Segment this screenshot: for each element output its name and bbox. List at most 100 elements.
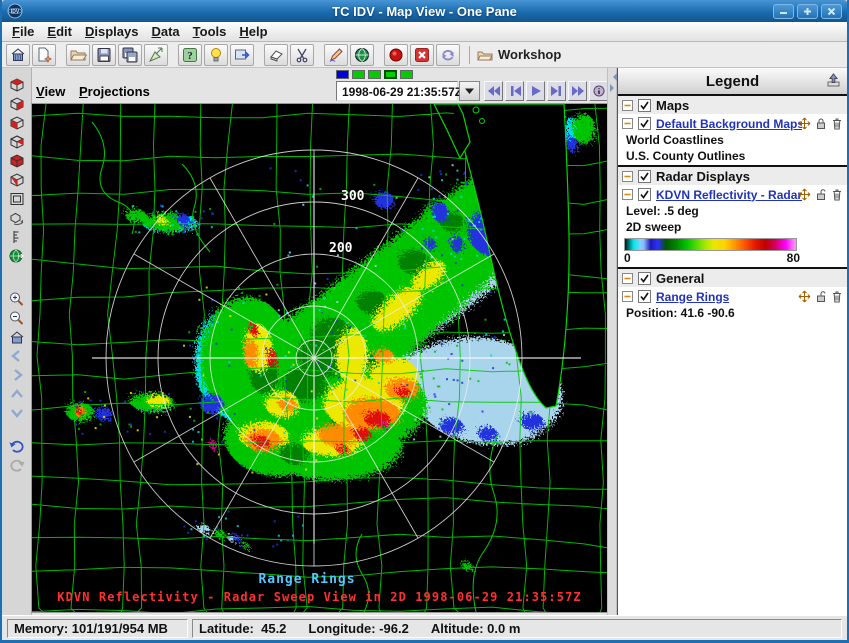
- export-button[interactable]: [144, 44, 168, 66]
- title-bar[interactable]: IDV TC IDV - Map View - One Pane: [2, 0, 847, 22]
- menu-projections[interactable]: Projections: [79, 84, 150, 99]
- frame-box-5[interactable]: [400, 70, 413, 79]
- workshop-button[interactable]: Workshop: [477, 47, 561, 62]
- cut-button[interactable]: [290, 44, 314, 66]
- map-display[interactable]: 300 200 Range Rings KDVN Reflectivity - …: [32, 104, 607, 612]
- legend-section-maps: Maps: [618, 94, 847, 114]
- view-cube-top-button[interactable]: [5, 76, 29, 94]
- view-cube-south-button[interactable]: [5, 114, 29, 132]
- pan-right-button[interactable]: [5, 366, 29, 384]
- menu-displays[interactable]: Displays: [85, 24, 138, 39]
- default-background-maps-link[interactable]: Default Background Maps: [656, 117, 802, 131]
- menu-file[interactable]: File: [12, 24, 34, 39]
- radar-visibility-checkbox[interactable]: [638, 170, 651, 183]
- maximize-button[interactable]: [797, 4, 818, 19]
- move-display-icon[interactable]: [798, 290, 811, 303]
- play-button[interactable]: [526, 81, 545, 101]
- default-maps-visibility-checkbox[interactable]: [638, 117, 651, 130]
- float-legend-icon[interactable]: [826, 73, 841, 92]
- lock-icon[interactable]: [815, 117, 827, 130]
- menu-tools[interactable]: Tools: [193, 24, 227, 39]
- drawing-button[interactable]: [324, 44, 348, 66]
- rotate-view-button[interactable]: [5, 209, 29, 227]
- frame-box-1[interactable]: [336, 70, 349, 79]
- zoom-out-button[interactable]: [5, 309, 29, 327]
- show-tips-button[interactable]: [204, 44, 228, 66]
- help-icon: ?: [181, 46, 199, 64]
- save-as-button[interactable]: [118, 44, 142, 66]
- move-display-icon[interactable]: [798, 117, 811, 130]
- rewind-button[interactable]: [484, 81, 503, 101]
- longitude-value: Longitude: -96.2: [308, 621, 408, 636]
- refresh-button[interactable]: [436, 44, 460, 66]
- unlock-icon[interactable]: [815, 290, 827, 303]
- close-display-button[interactable]: [410, 44, 434, 66]
- view-2d-button[interactable]: [5, 190, 29, 208]
- vertical-scale-button[interactable]: [5, 228, 29, 246]
- range-rings-link[interactable]: Range Rings: [656, 290, 729, 304]
- window-controls: [773, 4, 842, 19]
- pan-up-button[interactable]: [5, 385, 29, 403]
- collapse-kdvn-icon[interactable]: [622, 189, 633, 200]
- time-field[interactable]: 1998-06-29 21:35:57Z: [336, 81, 458, 101]
- collapse-default-maps-icon[interactable]: [622, 118, 633, 129]
- home-view-icon: [8, 329, 26, 345]
- fast-forward-button[interactable]: [568, 81, 587, 101]
- close-button[interactable]: [821, 4, 842, 19]
- help-button[interactable]: ?: [178, 44, 202, 66]
- frame-box-2[interactable]: [352, 70, 365, 79]
- range-rings-visibility-checkbox[interactable]: [638, 290, 651, 303]
- trash-icon[interactable]: [831, 188, 843, 201]
- view-cube-front-button[interactable]: [5, 152, 29, 170]
- pan-left-button[interactable]: [5, 347, 29, 365]
- menu-help[interactable]: Help: [239, 24, 267, 39]
- minimize-button[interactable]: [773, 4, 794, 19]
- collapse-left-icon[interactable]: [609, 73, 617, 81]
- globe-button[interactable]: [350, 44, 374, 66]
- view-cube-east-button[interactable]: [5, 95, 29, 113]
- erase-button[interactable]: [264, 44, 288, 66]
- cube-front-icon: [8, 153, 26, 169]
- zoom-in-button[interactable]: [5, 290, 29, 308]
- collapse-radar-icon[interactable]: [622, 171, 633, 182]
- home-button[interactable]: [6, 44, 30, 66]
- globe-view-button[interactable]: [5, 247, 29, 265]
- status-bar: Memory: 101/191/954 MB Latitude: 45.2 Lo…: [2, 615, 847, 640]
- collapse-general-icon[interactable]: [622, 273, 633, 284]
- kdvn-visibility-checkbox[interactable]: [638, 188, 651, 201]
- trash-icon[interactable]: [831, 117, 843, 130]
- undo-button[interactable]: [5, 437, 29, 455]
- trash-icon[interactable]: [831, 290, 843, 303]
- step-back-button[interactable]: [505, 81, 524, 101]
- menu-data[interactable]: Data: [151, 24, 179, 39]
- step-forward-button[interactable]: [547, 81, 566, 101]
- properties-icon: [592, 85, 606, 97]
- home-view-button[interactable]: [5, 328, 29, 346]
- redo-button[interactable]: [5, 456, 29, 474]
- record-image-button[interactable]: [384, 44, 408, 66]
- move-display-icon[interactable]: [798, 188, 811, 201]
- lightbulb-icon: [207, 46, 225, 64]
- save-button[interactable]: [92, 44, 116, 66]
- menu-edit[interactable]: Edit: [47, 24, 72, 39]
- time-dropdown-button[interactable]: [459, 81, 480, 101]
- panel-splitter[interactable]: [607, 68, 617, 615]
- next-display-button[interactable]: [230, 44, 254, 66]
- view-cube-corner-button[interactable]: [5, 171, 29, 189]
- frame-box-3[interactable]: [368, 70, 381, 79]
- animation-properties-button[interactable]: [589, 81, 608, 101]
- kdvn-reflectivity-link[interactable]: KDVN Reflectivity - Radar _: [656, 188, 802, 202]
- general-visibility-checkbox[interactable]: [638, 272, 651, 285]
- open-folder-icon: [69, 46, 87, 64]
- view-cube-west-button[interactable]: [5, 133, 29, 151]
- maps-visibility-checkbox[interactable]: [638, 99, 651, 112]
- new-display-button[interactable]: [32, 44, 56, 66]
- pan-down-button[interactable]: [5, 404, 29, 422]
- collapse-range-rings-icon[interactable]: [622, 291, 633, 302]
- menu-view[interactable]: View: [36, 84, 65, 99]
- open-bundle-button[interactable]: [66, 44, 90, 66]
- collapse-right-icon[interactable]: [610, 84, 618, 92]
- collapse-maps-icon[interactable]: [622, 100, 633, 111]
- frame-box-4-current[interactable]: [384, 70, 397, 79]
- unlock-icon[interactable]: [815, 188, 827, 201]
